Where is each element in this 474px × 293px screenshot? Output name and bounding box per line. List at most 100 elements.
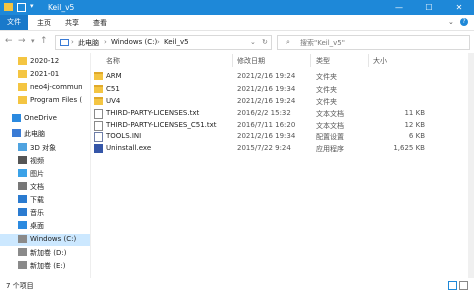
- file-type: 文件夹: [316, 73, 337, 81]
- sidebar-item[interactable]: 2021-01: [0, 69, 90, 81]
- breadcrumb-keil[interactable]: Keil_v5: [164, 38, 189, 46]
- folder-icon: [94, 72, 103, 80]
- file-name: ARM: [106, 72, 122, 80]
- chevron-right-icon: ›: [157, 38, 160, 46]
- file-row[interactable]: TOOLS.INI 2021/2/16 19:34 配置设置 6 KB: [93, 131, 425, 143]
- file-size: 1,625 KB: [393, 144, 425, 152]
- music-icon: [18, 208, 27, 216]
- close-button[interactable]: ✕: [444, 0, 474, 15]
- file-date: 2015/7/22 9:24: [237, 144, 291, 152]
- picture-icon: [18, 169, 27, 177]
- sidebar-item-label: 此电脑: [24, 130, 45, 138]
- sidebar-item[interactable]: Windows (C:): [0, 234, 90, 246]
- forward-icon[interactable]: →: [18, 36, 26, 46]
- folder-icon: [94, 97, 103, 105]
- file-row[interactable]: Uninstall.exe 2015/7/22 9:24 应用程序 1,625 KB: [93, 143, 425, 155]
- sidebar-item[interactable]: 视频: [0, 155, 90, 167]
- sidebar-item-label: Program Files (: [30, 96, 83, 104]
- ribbon: 文件 主页 共享 查看 ⌄ ?: [0, 15, 474, 31]
- breadcrumb-this-pc[interactable]: 此电脑: [78, 38, 99, 48]
- folder-icon: [18, 83, 27, 91]
- file-name: THIRD-PARTY-LICENSES_C51.txt: [106, 121, 217, 129]
- header-separator: [232, 54, 233, 67]
- text-file-icon: [94, 109, 103, 119]
- help-icon[interactable]: ?: [460, 18, 468, 26]
- file-type: 配置设置: [316, 133, 344, 141]
- search-placeholder: 搜索"Keil_v5": [300, 39, 345, 47]
- large-icons-view-icon[interactable]: [459, 281, 468, 290]
- sidebar-item[interactable]: 文档: [0, 181, 90, 193]
- file-size: 6 KB: [408, 132, 425, 140]
- back-icon[interactable]: ←: [5, 36, 13, 46]
- folder-icon: [18, 57, 27, 65]
- address-row: ← → ▾ ↑ › 此电脑 › Windows (C:) › Keil_v5 ⌄…: [0, 31, 474, 53]
- sidebar-item[interactable]: neo4j-commun: [0, 82, 90, 94]
- maximize-button[interactable]: ☐: [414, 0, 444, 15]
- column-header-date[interactable]: 修改日期: [237, 56, 265, 66]
- file-type: 应用程序: [316, 145, 344, 153]
- minimize-button[interactable]: —: [384, 0, 414, 15]
- text-file-icon: [94, 121, 103, 131]
- ini-file-icon: [94, 132, 103, 142]
- tab-home[interactable]: 主页: [37, 18, 51, 28]
- dropdown-icon[interactable]: ▾: [30, 2, 34, 10]
- sidebar-item[interactable]: 此电脑: [0, 128, 90, 140]
- download-icon: [18, 195, 27, 203]
- breadcrumb-drive-c[interactable]: Windows (C:): [111, 38, 157, 46]
- file-size: 11 KB: [404, 109, 425, 117]
- sidebar-item[interactable]: 桌面: [0, 220, 90, 232]
- folder-icon: [18, 96, 27, 104]
- tab-file[interactable]: 文件: [0, 15, 28, 30]
- sidebar-item-label: 文档: [30, 183, 44, 191]
- tab-view[interactable]: 查看: [93, 18, 107, 28]
- file-row[interactable]: UV4 2021/2/16 19:24 文件夹: [93, 96, 423, 108]
- up-icon[interactable]: ↑: [40, 36, 48, 46]
- ribbon-expand-icon[interactable]: ⌄: [448, 18, 454, 26]
- sidebar-item-label: 新加卷 (D:): [30, 249, 67, 257]
- sidebar-item-label: 桌面: [30, 222, 44, 230]
- scrollbar[interactable]: [468, 53, 474, 278]
- tab-share[interactable]: 共享: [65, 18, 79, 28]
- drive-icon: [18, 248, 27, 256]
- sidebar-item[interactable]: 3D 对象: [0, 142, 90, 154]
- document-icon: [18, 182, 27, 190]
- file-type: 文件夹: [316, 86, 337, 94]
- file-type: 文本文档: [316, 122, 344, 130]
- address-bar[interactable]: › 此电脑 › Windows (C:) › Keil_v5 ⌄ ↻: [55, 35, 272, 50]
- file-date: 2021/2/16 19:24: [237, 72, 296, 80]
- sidebar-item[interactable]: 新加卷 (D:): [0, 247, 90, 259]
- chevron-right-icon: ›: [104, 38, 107, 46]
- sidebar-item-label: 2020-12: [30, 57, 60, 65]
- sidebar-item[interactable]: Program Files (: [0, 95, 90, 107]
- file-name: Uninstall.exe: [106, 144, 152, 152]
- file-date: 2016/7/11 16:20: [237, 121, 296, 129]
- sidebar-item[interactable]: 下载: [0, 194, 90, 206]
- sidebar-item[interactable]: 新加卷 (E:): [0, 260, 90, 272]
- column-header-size[interactable]: 大小: [373, 56, 387, 66]
- computer-icon: [12, 129, 21, 137]
- column-header-name[interactable]: 名称: [106, 56, 120, 66]
- column-header-type[interactable]: 类型: [316, 56, 330, 66]
- details-view-icon[interactable]: [448, 281, 457, 290]
- file-row[interactable]: ARM 2021/2/16 19:24 文件夹: [93, 71, 423, 83]
- drive-icon: [18, 235, 27, 243]
- sidebar-item-label: Windows (C:): [30, 235, 77, 243]
- address-dropdown-icon[interactable]: ⌄: [250, 38, 256, 46]
- file-size: 12 KB: [404, 121, 425, 129]
- refresh-icon[interactable]: ↻: [262, 38, 268, 46]
- file-type: 文本文档: [316, 110, 344, 118]
- sidebar-item[interactable]: 图片: [0, 168, 90, 180]
- sidebar-item[interactable]: 2020-12: [0, 56, 90, 68]
- sidebar-item[interactable]: 音乐: [0, 207, 90, 219]
- file-row[interactable]: THIRD-PARTY-LICENSES.txt 2016/2/2 15:32 文本…: [93, 108, 425, 120]
- file-row[interactable]: C51 2021/2/16 19:34 文件夹: [93, 84, 423, 96]
- folder-icon: [18, 70, 27, 78]
- sidebar-item-label: 下载: [30, 196, 44, 204]
- sidebar-item[interactable]: OneDrive: [0, 113, 90, 125]
- recent-dropdown-icon[interactable]: ▾: [31, 37, 35, 45]
- file-name: THIRD-PARTY-LICENSES.txt: [106, 109, 200, 117]
- sidebar-item-label: neo4j-commun: [30, 83, 83, 91]
- search-box[interactable]: ⌕ 搜索"Keil_v5": [277, 35, 470, 50]
- cube-icon: [18, 143, 27, 151]
- checkbox-icon[interactable]: [17, 3, 26, 12]
